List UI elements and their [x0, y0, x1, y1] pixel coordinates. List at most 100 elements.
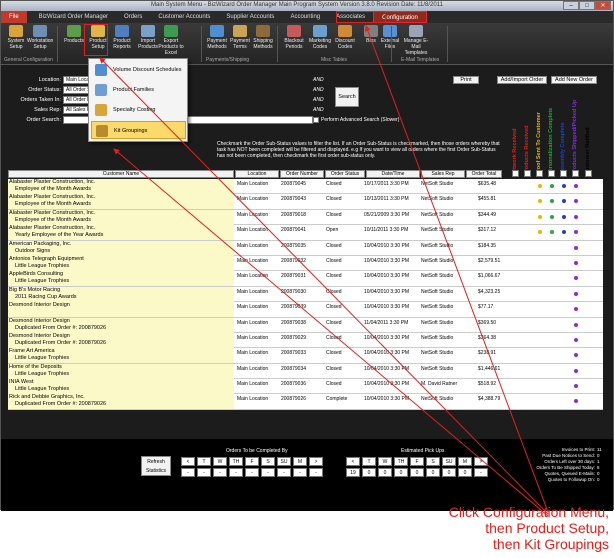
ribbon-btn-9[interactable]: Shipping Methods [250, 25, 276, 50]
advanced-search-checkbox[interactable] [313, 117, 319, 123]
completed-day-0[interactable]: < [181, 457, 195, 466]
substatus-checkbox-4[interactable] [560, 170, 567, 177]
refresh-statistics-button[interactable]: Refresh Statistics [141, 456, 171, 476]
table-row[interactable]: Desmond Interior Design Duplicated From O… [8, 317, 603, 333]
search-button[interactable]: Search [335, 87, 359, 107]
cell-total: $364.38 [478, 334, 497, 341]
completed-day-4[interactable]: F [245, 457, 259, 466]
table-row[interactable]: Desmond Interior Design Main Location 2008… [8, 302, 603, 318]
add-new-order-button[interactable]: Add New Order [551, 76, 597, 84]
tab-customer-accounts[interactable]: Customer Accounts [150, 11, 218, 23]
tab-orders[interactable]: Orders [116, 11, 150, 23]
col-location[interactable]: Location [235, 170, 279, 178]
col-customer-name[interactable]: Customer Name [8, 170, 234, 178]
completed-day-6[interactable]: SU [277, 457, 291, 466]
substatus-checkbox-2[interactable] [536, 170, 543, 177]
completed-day-1[interactable]: T [197, 457, 211, 466]
completed-day-7[interactable]: M [293, 457, 307, 466]
pickup-day-5[interactable]: S [426, 457, 440, 466]
pickup-value-8: - [474, 468, 488, 477]
pickup-day-1[interactable]: T [362, 457, 376, 466]
table-row[interactable]: Frame Art America Little League Trophies M… [8, 348, 603, 364]
col-sales-rep[interactable]: Sales Rep [421, 170, 465, 178]
ribbon-btn-4[interactable]: Product Reports [109, 25, 135, 50]
pickup-day-6[interactable]: SU [442, 457, 456, 466]
ribbon-btn-6[interactable]: Export Products to Excel [158, 25, 184, 56]
ribbon-btn-label: Manage E-Mail Templates [403, 38, 429, 56]
tab-file[interactable]: File [1, 11, 27, 23]
pickup-day-4[interactable]: F [410, 457, 424, 466]
dropdown-item-1[interactable]: Product Families [91, 81, 186, 99]
substatus-header-6: Customer Notified [585, 127, 591, 175]
substatus-checkbox-0[interactable] [512, 170, 519, 177]
substatus-checkbox-5[interactable] [572, 170, 579, 177]
ribbon-btn-icon [115, 25, 129, 37]
cell-rep: NetSoft Studio [421, 350, 454, 357]
add-import-order-button[interactable]: Add/Import Order [497, 76, 547, 84]
close-icon[interactable]: ✕ [595, 1, 611, 10]
table-row[interactable]: Home of the Deposits Little League Trophi… [8, 363, 603, 380]
tab-accounting[interactable]: Accounting [282, 11, 328, 23]
ribbon-btn-0[interactable]: System Setup [3, 25, 29, 50]
col-order-number[interactable]: Order Number [280, 170, 324, 178]
ribbon-btn-11[interactable]: Marketing Codes [307, 25, 333, 50]
cell-rep: NetSoft Studio [421, 196, 454, 203]
customer-name-cell: Antonios Telegraph Equipment Little Leagu… [8, 255, 234, 271]
pickup-value-2: 0 [378, 468, 392, 477]
col-order-total[interactable]: Order Total [466, 170, 502, 178]
dropdown-item-0[interactable]: Volume Discount Schedules [91, 61, 186, 79]
ribbon-btn-15[interactable]: Manage E-Mail Templates [403, 25, 429, 56]
cell-num: 200879026 [281, 396, 307, 403]
customer-name-cell: AppleBirds Consulting Little League Troph… [8, 271, 234, 287]
cell-loc: Main Location [237, 181, 269, 187]
dropdown-item-3[interactable]: Kit Groupings [91, 121, 186, 139]
ribbon-btn-icon [9, 25, 23, 37]
minimize-icon[interactable]: – [563, 1, 579, 10]
table-row[interactable]: Antonios Telegraph Equipment Little Leagu… [8, 255, 603, 272]
pickup-day-2[interactable]: W [378, 457, 392, 466]
completed-day-8[interactable]: > [309, 457, 323, 466]
table-row[interactable]: AppleBirds Consulting Little League Troph… [8, 271, 603, 287]
tab-supplier-accounts[interactable]: Supplier Accounts [218, 11, 282, 23]
ribbon-btn-14[interactable]: External Files [377, 25, 403, 50]
pickup-day-3[interactable]: TH [394, 457, 408, 466]
annotation-line-1: Click Configuration Menu, [448, 504, 609, 520]
substatus-checkbox-6[interactable] [585, 170, 592, 177]
col-date-time[interactable]: Date/Time [366, 170, 420, 178]
ribbon-btn-1[interactable]: Workstation Setup [27, 25, 53, 50]
ribbon-btn-12[interactable]: Discount Codes [332, 25, 358, 50]
cell-rep: NetSoft Studio [421, 396, 454, 403]
ribbon-btn-label: Product Reports [113, 38, 131, 50]
cell-rep: M. David Ratner [421, 381, 458, 388]
tab-bizwizard-order-manager[interactable]: BizWizard Order Manager [31, 11, 116, 23]
table-row[interactable]: American Packaging, Inc. Outdoor Signs Mai… [8, 240, 603, 256]
table-row[interactable]: Rick and Debbie Graphics, Inc. Duplicated… [8, 394, 603, 410]
pickup-day-7[interactable]: M [458, 457, 472, 466]
maximize-icon[interactable]: □ [579, 1, 595, 10]
cell-total: $4,388.79 [478, 396, 501, 403]
cell-num: 200879035 [281, 242, 307, 249]
cell-date: 10/13/2011 3:30 PM [364, 196, 409, 203]
completed-day-2[interactable]: W [213, 457, 227, 466]
pickup-day-0[interactable]: < [346, 457, 360, 466]
status-dot [562, 230, 566, 235]
table-row[interactable]: Alabaster Plaster Construction, Inc. Empl… [8, 179, 603, 195]
stat-value: 5 [597, 465, 600, 470]
print-button[interactable]: Print [453, 76, 479, 84]
table-row[interactable]: INIA West Little League Trophies Main Loca… [8, 379, 603, 395]
substatus-checkbox-3[interactable] [548, 170, 555, 177]
completed-day-3[interactable]: TH [229, 457, 243, 466]
completed-day-5[interactable]: S [261, 457, 275, 466]
order-description: 2011 Racing Cup Awards [15, 293, 77, 300]
table-row[interactable]: Big B's Motor Racing 2011 Racing Cup Awar… [8, 286, 603, 303]
col-order-status[interactable]: Order Status [325, 170, 365, 178]
dropdown-item-2[interactable]: Specialty Costing [91, 101, 186, 119]
customer-name-cell: Rick and Debbie Graphics, Inc. Duplicated… [8, 394, 234, 410]
ribbon-btn-10[interactable]: Blackout Periods [281, 25, 307, 50]
pickup-day-8[interactable]: > [474, 457, 488, 466]
table-row[interactable]: Alabaster Plaster Construction, Inc. Year… [8, 225, 603, 241]
table-row[interactable]: Desmond Interior Design Duplicated From O… [8, 332, 603, 349]
substatus-checkbox-1[interactable] [524, 170, 531, 177]
table-row[interactable]: Alabaster Plaster Construction, Inc. Empl… [8, 194, 603, 210]
table-row[interactable]: Alabaster Plaster Construction, Inc. Empl… [8, 209, 603, 226]
